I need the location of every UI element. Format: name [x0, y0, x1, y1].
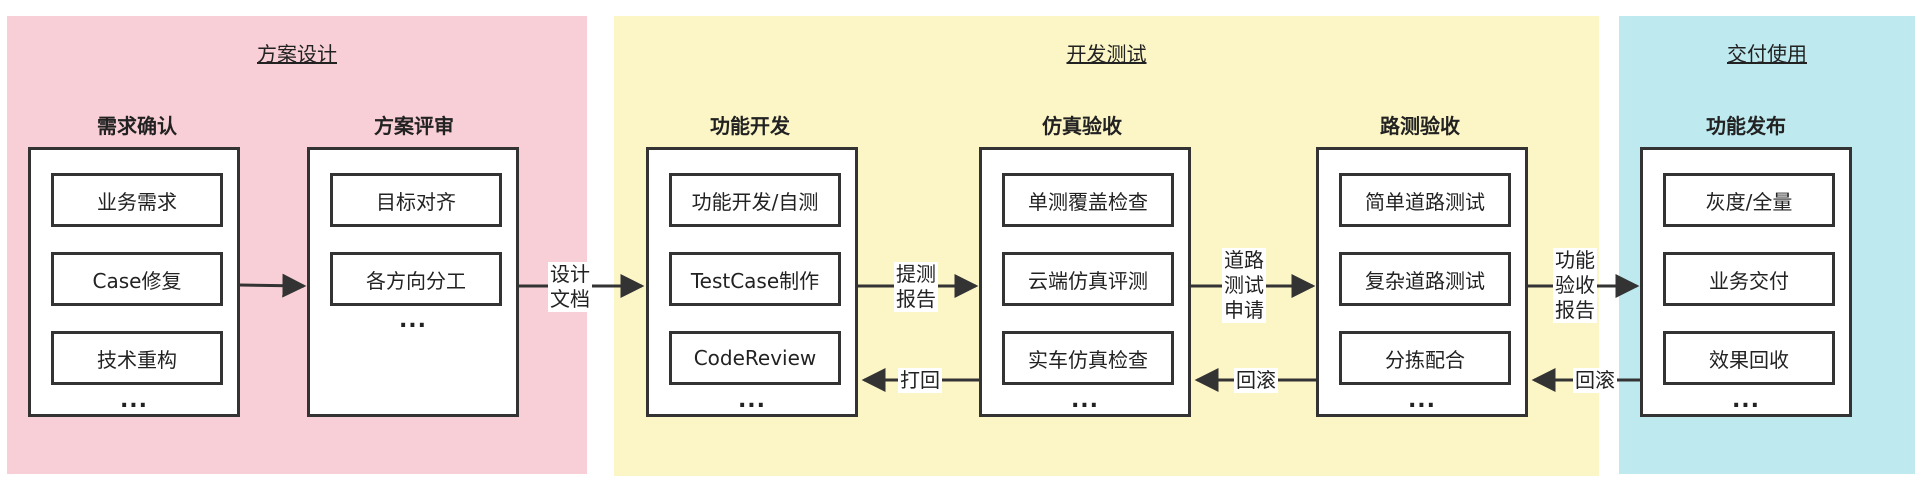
label-road-test-request: 道路 测试 申请	[1222, 248, 1266, 323]
label-rollback: 回滚	[1234, 368, 1278, 393]
arrow-req-to-review	[239, 273, 307, 298]
label-line: 报告	[1555, 298, 1595, 322]
label-line: 提测	[896, 262, 936, 286]
label-line: 验收	[1555, 273, 1595, 297]
label-reject: 打回	[898, 368, 942, 393]
label-acceptance-report: 功能 验收 报告	[1553, 248, 1597, 323]
flow-arrows	[239, 273, 1640, 392]
label-line: 测试	[1224, 273, 1264, 297]
label-test-report: 提测 报告	[894, 262, 938, 312]
label-line: 道路	[1224, 248, 1264, 272]
label-line: 文档	[550, 287, 590, 311]
label-design-doc: 设计 文档	[548, 262, 592, 312]
label-line: 设计	[550, 262, 590, 286]
label-line: 功能	[1555, 248, 1595, 272]
label-line: 申请	[1224, 298, 1264, 322]
label-rollback: 回滚	[1573, 368, 1617, 393]
label-line: 报告	[896, 287, 936, 311]
